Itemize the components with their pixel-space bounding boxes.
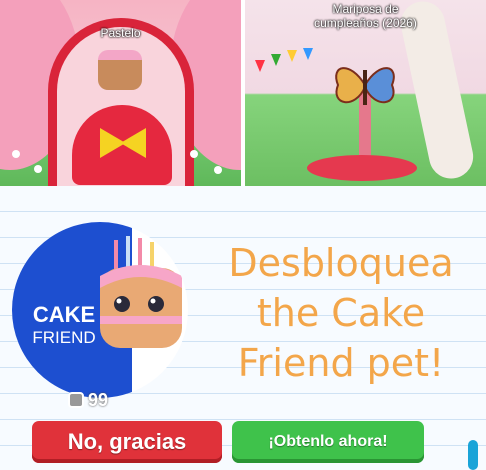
- cake-friend-badge: CAKE FRIEND: [12, 222, 188, 398]
- left-game-scene: Pastelo: [0, 0, 241, 186]
- bunting-flag: [255, 60, 265, 72]
- pet-name-label: Mariposa de cumpleaños (2026): [245, 2, 486, 30]
- promo-title-line3: Friend pet!: [237, 341, 445, 385]
- bunting-flag: [287, 50, 297, 62]
- robux-icon: [68, 392, 84, 408]
- cake-pet-icon: [100, 236, 182, 348]
- cake-pet-icon: [98, 50, 142, 90]
- promo-title: Desbloquea the Cake Friend pet!: [206, 238, 476, 388]
- corner-decor: [468, 440, 478, 470]
- pet-platform: [307, 155, 417, 181]
- get-it-now-button[interactable]: ¡Obtenlo ahora!: [232, 421, 424, 463]
- pet-name-label: Pastelo: [100, 26, 141, 40]
- price-tag: 99: [68, 390, 108, 410]
- butterfly-icon: [335, 67, 395, 105]
- bunting-flag: [271, 54, 281, 66]
- right-game-scene: Mariposa de cumpleaños (2026): [245, 0, 486, 186]
- pet-name-line2: cumpleaños (2026): [314, 16, 417, 30]
- price-value: 99: [88, 389, 109, 410]
- flower-icon: [214, 166, 222, 174]
- bunting-flag: [303, 48, 313, 60]
- flower-icon: [34, 165, 42, 173]
- flower-icon: [190, 150, 198, 158]
- promo-title-line2: the Cake: [256, 291, 426, 335]
- flower-icon: [12, 150, 20, 158]
- pet-name-line1: Mariposa de: [332, 2, 399, 16]
- decline-button[interactable]: No, gracias: [32, 421, 222, 463]
- promo-title-line1: Desbloquea: [228, 241, 454, 285]
